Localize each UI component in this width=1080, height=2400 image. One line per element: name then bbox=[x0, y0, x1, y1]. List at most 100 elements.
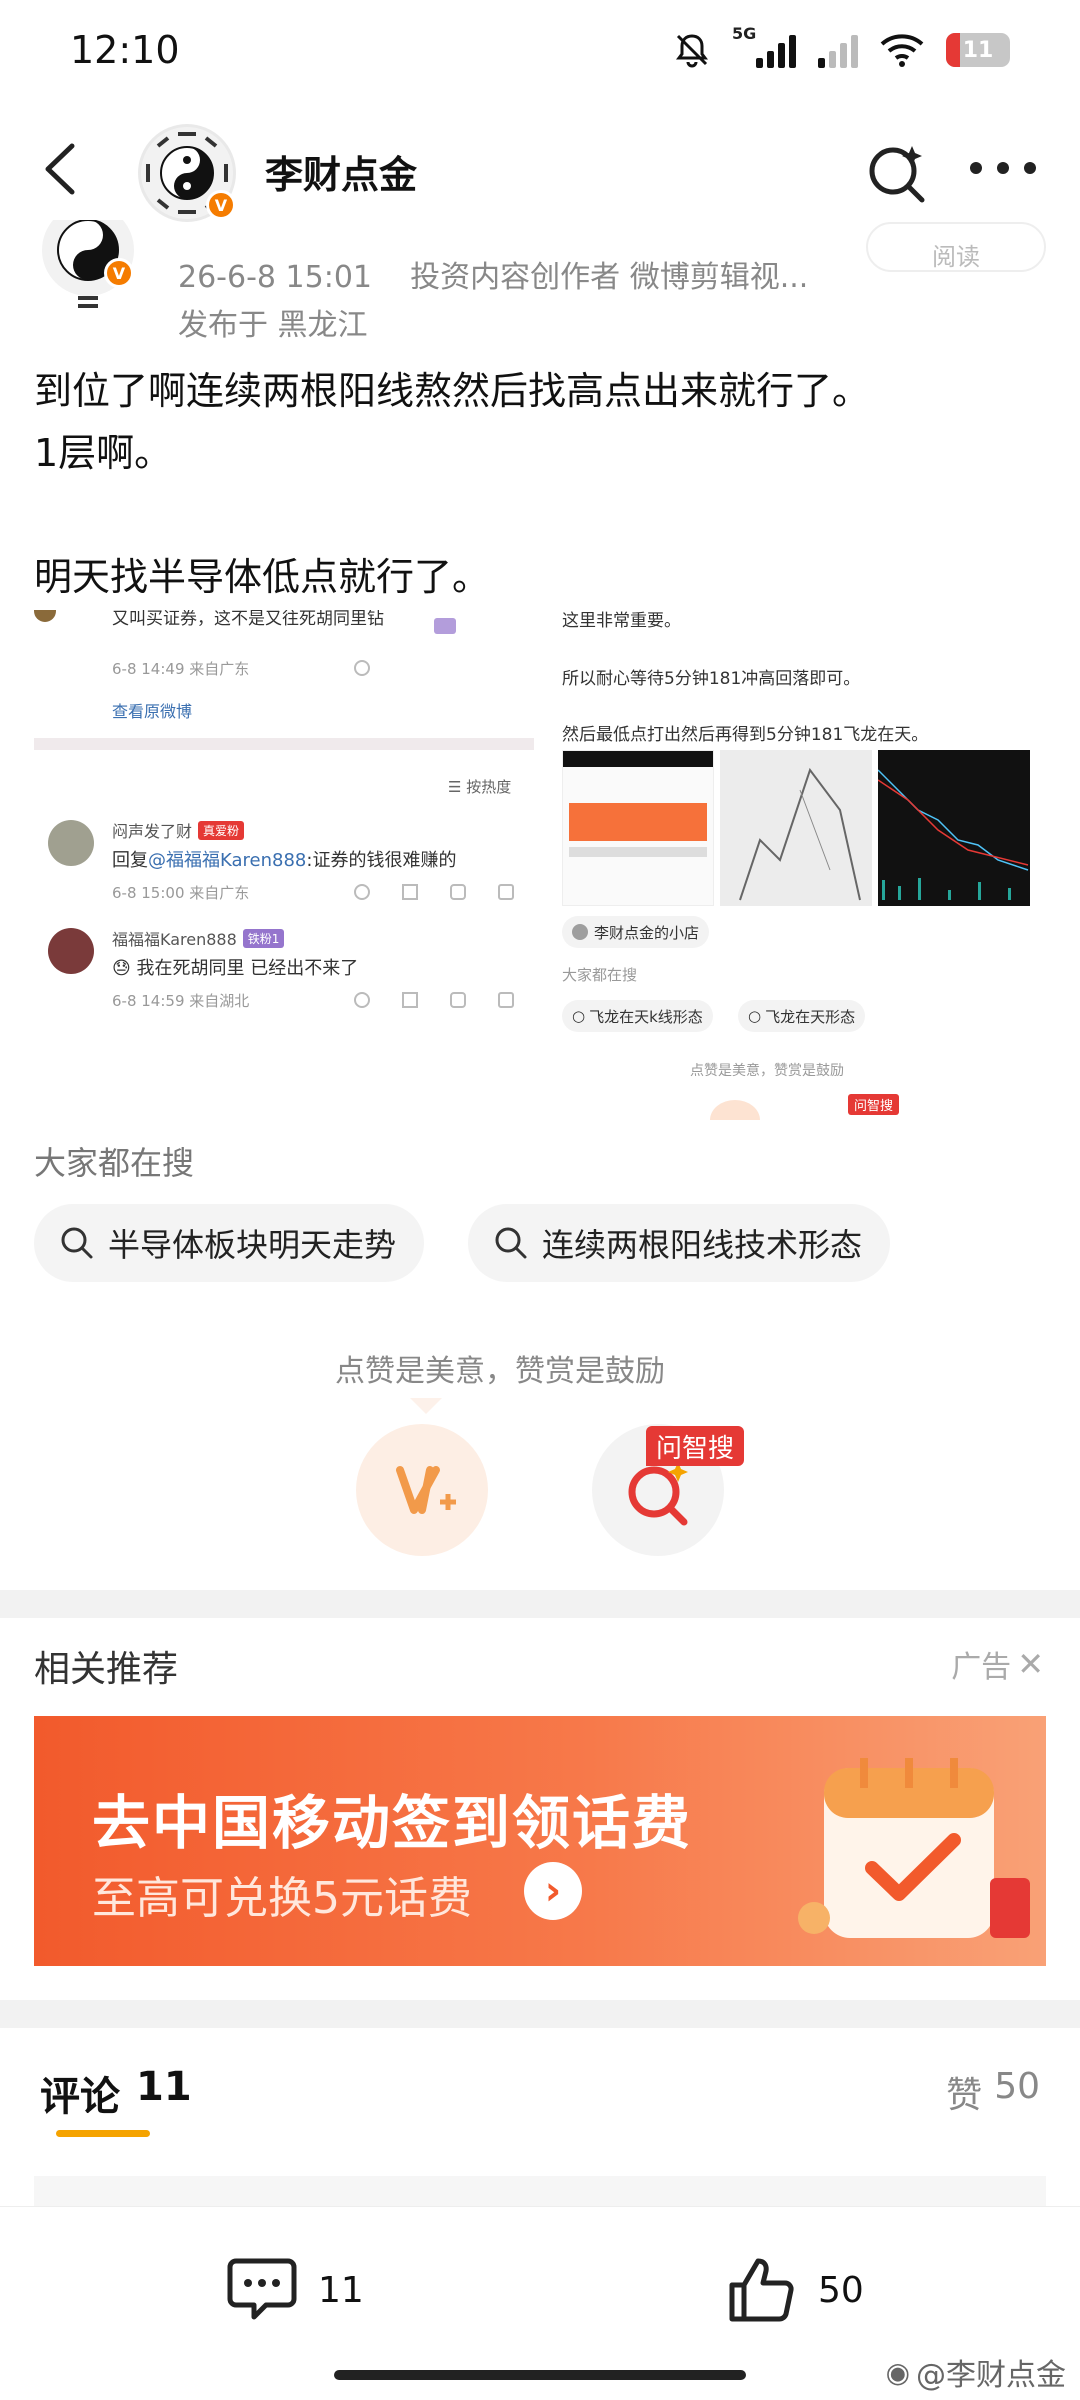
mini-like-hint: 点赞是美意，赞赏是鼓励 bbox=[690, 1063, 844, 1079]
status-time: 12:10 bbox=[70, 28, 180, 72]
thumbs-up-icon bbox=[729, 2258, 794, 2322]
mini-search-chip: ○ 飞龙在天形态 bbox=[738, 1000, 866, 1032]
separator bbox=[34, 738, 534, 750]
tab-comments[interactable]: 评论 11 bbox=[40, 2064, 192, 2122]
hot-search-chip-label: 连续两根阳线技术形态 bbox=[542, 1226, 863, 1264]
post-meta: V 阅读 26-6-8 15:01 投资内容创作者 微博剪辑视... 发布于 黑… bbox=[0, 220, 1080, 343]
like-icon bbox=[354, 660, 370, 676]
signal-5g-icon: 5G bbox=[732, 24, 796, 68]
fan-badge: 真爱粉 bbox=[198, 820, 245, 840]
hot-search-chip[interactable]: 连续两根阳线技术形态 bbox=[468, 1204, 891, 1282]
read-tag: 阅读 bbox=[866, 222, 1046, 272]
commenter-avatar bbox=[48, 820, 94, 866]
ad-banner[interactable]: 去中国移动签到领话费 至高可兑换5元话费 › bbox=[34, 1716, 1046, 1966]
wenzhisou-badge: 问智搜 bbox=[646, 1426, 745, 1466]
mini-wzs-badge: 问智搜 bbox=[848, 1094, 900, 1115]
collage-left-image[interactable]: 又叫买证券，这不是又往死胡同里钻 6-8 14:49 来自广东 查看原微博 ☰ … bbox=[34, 610, 534, 1120]
close-icon[interactable]: ✕ bbox=[1017, 1645, 1044, 1683]
comment-text: 又叫买证券，这不是又往死胡同里钻 bbox=[112, 610, 384, 629]
section-divider bbox=[0, 2000, 1080, 2028]
like-count: 50 bbox=[818, 2269, 864, 2311]
verified-badge-small: V bbox=[104, 258, 134, 288]
fan-badge: 铁粉1 bbox=[242, 928, 285, 948]
comment-tabs: 评论 11 赞 50 bbox=[0, 2028, 1080, 2137]
battery-level: 11 bbox=[962, 37, 994, 63]
sort-by-hot: ☰ 按热度 bbox=[448, 778, 512, 796]
signal-weak-icon bbox=[818, 32, 858, 68]
search-icon bbox=[61, 1227, 93, 1259]
hot-search-chip-label: 半导体板块明天走势 bbox=[108, 1226, 397, 1264]
commenter-avatar bbox=[34, 610, 56, 622]
comment-meta: 6-8 15:00 来自广东 bbox=[112, 884, 250, 902]
mini-search-title: 大家都在搜 bbox=[562, 966, 638, 984]
emoji-icon bbox=[434, 618, 456, 634]
wifi-icon bbox=[880, 34, 924, 67]
post-body: 到位了啊连续两根阳线熬然后找高点出来就行了。 1层啊。 明天找半导体低点就行了。 bbox=[34, 360, 1054, 608]
author-tags: 投资内容创作者 微博剪辑视... bbox=[410, 260, 809, 295]
page-title: 李财点金 bbox=[265, 153, 418, 197]
appreciation-hint: 点赞是美意，赞赏是鼓励 bbox=[335, 1354, 665, 1389]
comment-button[interactable]: 11 bbox=[226, 2255, 364, 2325]
comment-meta: 6-8 14:49 来自广东 bbox=[112, 660, 250, 678]
hot-search-chip[interactable]: 半导体板块明天走势 bbox=[34, 1204, 425, 1282]
banner-arrow-icon: › bbox=[524, 1862, 582, 1920]
screenshot-text: 这里非常重要。 bbox=[562, 611, 681, 631]
reward-button[interactable] bbox=[356, 1424, 488, 1556]
screenshot-text: 所以耐心等待5分钟181冲高回落即可。 bbox=[562, 669, 861, 689]
status-icons: 5G 11 bbox=[672, 24, 1010, 72]
mini-reward-circle bbox=[710, 1100, 760, 1120]
post-timestamp: 26-6-8 15:01 bbox=[178, 260, 372, 295]
comment-count: 11 bbox=[318, 2269, 364, 2311]
tab-likes[interactable]: 赞 50 bbox=[946, 2066, 1040, 2118]
like-button[interactable]: 50 bbox=[726, 2255, 864, 2325]
calendar-icon bbox=[798, 1758, 1030, 1938]
hint-pointer bbox=[410, 1398, 442, 1414]
tab-likes-count: 50 bbox=[994, 2066, 1040, 2107]
handwritten-chart-thumbnail bbox=[720, 750, 872, 906]
section-divider bbox=[0, 1590, 1080, 1618]
commenter-avatar bbox=[48, 928, 94, 974]
shop-chip: 李财点金的小店 bbox=[562, 916, 710, 948]
mini-search-chip: ○ 飞龙在天k线形态 bbox=[562, 1000, 713, 1032]
reward-icon bbox=[396, 1466, 456, 1514]
collage-right-image[interactable]: 这里非常重要。 所以耐心等待5分钟181冲高回落即可。 然后最低点打出然后再得到… bbox=[562, 610, 1046, 1120]
comment-actions bbox=[354, 884, 514, 900]
status-bar: 12:10 5G 11 bbox=[0, 0, 1080, 100]
tab-likes-label: 赞 bbox=[946, 2075, 983, 2116]
kline-chart-thumbnail bbox=[877, 750, 1030, 906]
home-indicator[interactable] bbox=[334, 2370, 746, 2380]
hot-search-title: 大家都在搜 bbox=[34, 1144, 195, 1182]
network-type: 5G bbox=[732, 24, 757, 43]
verified-badge: V bbox=[206, 190, 236, 220]
comment-user: 闷声发了财 真爱粉 bbox=[112, 818, 245, 842]
ad-tag[interactable]: 广告 ✕ bbox=[951, 1642, 1044, 1686]
tab-comments-count: 11 bbox=[136, 2064, 192, 2110]
comment-meta: 6-8 14:59 来自湖北 bbox=[112, 992, 250, 1010]
post-image-collage[interactable]: 又叫买证券，这不是又往死胡同里钻 6-8 14:49 来自广东 查看原微博 ☰ … bbox=[34, 610, 1046, 1120]
banner-subline: 至高可兑换5元话费 bbox=[92, 1873, 472, 1924]
screenshot-text: 然后最低点打出然后再得到5分钟181飞龙在天。 bbox=[562, 725, 929, 745]
smart-search-icon[interactable] bbox=[866, 142, 928, 204]
weibo-logo-icon: ◉ bbox=[885, 2355, 910, 2389]
tab-comments-label: 评论 bbox=[40, 2074, 120, 2120]
post-paragraph: 1层啊。 bbox=[34, 431, 173, 475]
active-tab-indicator bbox=[56, 2130, 150, 2137]
post-location: 发布于 黑龙江 bbox=[178, 308, 368, 343]
top-nav: V 李财点金 bbox=[0, 100, 1080, 232]
mute-bell-icon bbox=[676, 34, 708, 68]
more-options-icon[interactable] bbox=[970, 162, 1036, 182]
back-arrow-icon[interactable] bbox=[40, 142, 80, 196]
comment-icon bbox=[227, 2258, 297, 2320]
post-paragraph bbox=[34, 484, 1054, 546]
comment-text: 回复@福福福Karen888:证券的钱很难赚的 bbox=[112, 850, 457, 871]
search-icon bbox=[495, 1227, 527, 1259]
mini-app-thumbnail bbox=[562, 750, 714, 906]
post-paragraph: 到位了啊连续两根阳线熬然后找高点出来就行了。 bbox=[34, 369, 871, 413]
battery-icon: 11 bbox=[946, 33, 1010, 67]
post-meta-line: 26-6-8 15:01 投资内容创作者 微博剪辑视... bbox=[178, 252, 808, 296]
view-original-link: 查看原微博 bbox=[112, 702, 193, 721]
recommend-title: 相关推荐 bbox=[34, 1649, 179, 1690]
comment-user: 福福福Karen888 铁粉1 bbox=[112, 926, 285, 950]
post-paragraph: 明天找半导体低点就行了。 bbox=[34, 555, 491, 599]
ad-label: 广告 bbox=[951, 1650, 1012, 1685]
